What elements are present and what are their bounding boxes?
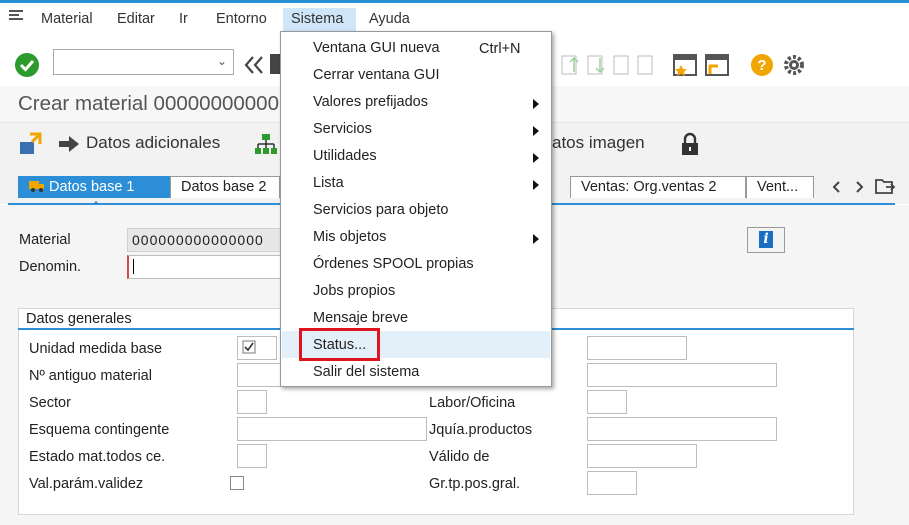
menu-item-close-gui-window[interactable]: Cerrar ventana GUI — [282, 61, 550, 88]
submenu-arrow-icon — [533, 234, 539, 244]
submenu-arrow-icon — [533, 153, 539, 163]
tab-label: Datos base 2 — [181, 179, 267, 195]
menu-item-own-jobs[interactable]: Jobs propios — [282, 277, 550, 304]
contingent-schema-field[interactable] — [237, 417, 427, 441]
search-help-icon[interactable] — [242, 340, 256, 354]
menu-item-label: Salir del sistema — [313, 364, 420, 380]
product-hierarchy-field[interactable] — [587, 417, 777, 441]
tab-ventas-org-2[interactable]: Ventas: Org.ventas 2 — [570, 176, 746, 198]
command-field[interactable]: ⌄ — [53, 49, 234, 75]
truck-icon — [29, 181, 44, 192]
menu-editar[interactable]: Editar — [109, 8, 163, 32]
menu-item-own-spool-requests[interactable]: Órdenes SPOOL propias — [282, 250, 550, 277]
menu-item-label: Ventana GUI nueva — [313, 40, 440, 56]
info-icon: i — [759, 231, 773, 248]
arrow-right-icon[interactable] — [58, 134, 80, 154]
status-highlight-box — [299, 328, 380, 361]
menu-sistema[interactable]: Sistema — [283, 8, 356, 32]
org-levels-icon[interactable] — [18, 132, 42, 156]
cross-plant-status-label: Estado mat.todos ce. — [29, 449, 166, 465]
menu-item-services[interactable]: Servicios — [282, 115, 550, 142]
lab-office-field[interactable] — [587, 390, 627, 414]
menu-item-label: Lista — [313, 175, 344, 191]
menu-item-new-gui-window[interactable]: Ventana GUI nueva Ctrl+N — [282, 34, 550, 61]
sector-label: Sector — [29, 395, 71, 411]
menu-item-label: Mensaje breve — [313, 310, 409, 326]
ok-check-icon[interactable] — [14, 52, 40, 78]
text-cursor — [133, 259, 134, 274]
menu-ir[interactable]: Ir — [171, 8, 196, 32]
menu-item-label: Servicios para objeto — [313, 202, 449, 218]
chevron-left-icon[interactable] — [832, 180, 842, 194]
page-navigation-icons[interactable] — [560, 52, 660, 78]
group-title: Datos generales — [26, 311, 132, 327]
menu-item-default-values[interactable]: Valores prefijados — [282, 88, 550, 115]
material-label: Material — [19, 232, 71, 248]
menu-item-label: Valores prefijados — [313, 94, 428, 110]
tab-label: Datos base 1 — [49, 179, 135, 195]
submenu-arrow-icon — [533, 99, 539, 109]
sector-field[interactable] — [237, 390, 267, 414]
help-icon[interactable]: ? — [750, 53, 774, 77]
chevron-down-icon[interactable]: ⌄ — [217, 54, 227, 68]
submenu-arrow-icon — [533, 126, 539, 136]
right-field-2[interactable] — [587, 363, 777, 387]
info-button[interactable]: i — [747, 227, 785, 253]
menu-item-label: Servicios — [313, 121, 372, 137]
right-field-1[interactable] — [587, 336, 687, 360]
menu-item-short-message[interactable]: Mensaje breve — [282, 304, 550, 331]
hierarchy-icon[interactable] — [254, 132, 278, 156]
menu-item-my-objects[interactable]: Mis objetos — [282, 223, 550, 250]
tab-label: Ventas: Org.ventas 2 — [581, 179, 717, 195]
menu-ayuda[interactable]: Ayuda — [361, 8, 418, 32]
menu-item-object-services[interactable]: Servicios para objeto — [282, 196, 550, 223]
product-hierarchy-label: Jquía.productos — [429, 422, 533, 438]
valid-from-field[interactable] — [587, 444, 697, 468]
gen-item-category-field[interactable] — [587, 471, 637, 495]
menu-item-list[interactable]: Lista — [282, 169, 550, 196]
tab-label: Vent... — [757, 179, 799, 195]
chevron-right-icon[interactable] — [854, 180, 864, 194]
menu-item-utilities[interactable]: Utilidades — [282, 142, 550, 169]
menu-bar: Material Editar Ir Entorno Sistema Ayuda — [0, 0, 909, 34]
image-data-button[interactable]: atos imagen — [552, 133, 645, 153]
base-unit-label: Unidad medida base — [29, 341, 163, 357]
window-icons[interactable] — [672, 52, 736, 78]
gear-icon[interactable] — [782, 53, 806, 77]
valid-from-label: Válido de — [429, 449, 490, 465]
menu-material[interactable]: Material — [33, 8, 101, 32]
old-material-number-label: Nº antiguo material — [29, 368, 152, 384]
lab-office-label: Labor/Oficina — [429, 395, 516, 411]
page-title: Crear material 00000000000 — [18, 92, 279, 115]
menu-item-log-off[interactable]: Salir del sistema — [282, 358, 550, 385]
menu-item-shortcut: Ctrl+N — [479, 41, 521, 57]
additional-data-button[interactable]: Datos adicionales — [86, 133, 220, 153]
description-field[interactable] — [127, 255, 287, 279]
tab-datos-base-2[interactable]: Datos base 2 — [170, 176, 280, 198]
lock-icon[interactable] — [680, 132, 700, 156]
menu-item-label: Utilidades — [313, 148, 377, 164]
tab-datos-base-1[interactable]: Datos base 1 — [18, 176, 170, 198]
validity-param-label: Val.parám.validez — [29, 476, 144, 492]
tab-list-icon[interactable] — [874, 177, 896, 197]
menu-item-label: Cerrar ventana GUI — [313, 67, 440, 83]
menu-item-label: Mis objetos — [313, 229, 387, 245]
submenu-arrow-icon — [533, 180, 539, 190]
save-icon[interactable] — [270, 52, 280, 76]
contingent-schema-label: Esquema contingente — [29, 422, 170, 438]
description-label: Denomin. — [19, 259, 82, 275]
base-unit-field[interactable] — [237, 336, 277, 360]
material-field[interactable]: 000000000000000 — [127, 228, 287, 252]
validity-param-checkbox[interactable] — [230, 476, 244, 490]
cross-plant-status-field[interactable] — [237, 444, 267, 468]
double-back-icon[interactable] — [243, 54, 265, 76]
menu-entorno[interactable]: Entorno — [208, 8, 275, 32]
gen-item-category-label: Gr.tp.pos.gral. — [429, 476, 521, 492]
svg-text:?: ? — [757, 57, 766, 74]
menu-item-label: Órdenes SPOOL propias — [313, 256, 474, 272]
menu-item-label: Jobs propios — [313, 283, 396, 299]
menu-icon[interactable] — [8, 9, 26, 23]
tab-ventas-more[interactable]: Vent... — [746, 176, 814, 198]
